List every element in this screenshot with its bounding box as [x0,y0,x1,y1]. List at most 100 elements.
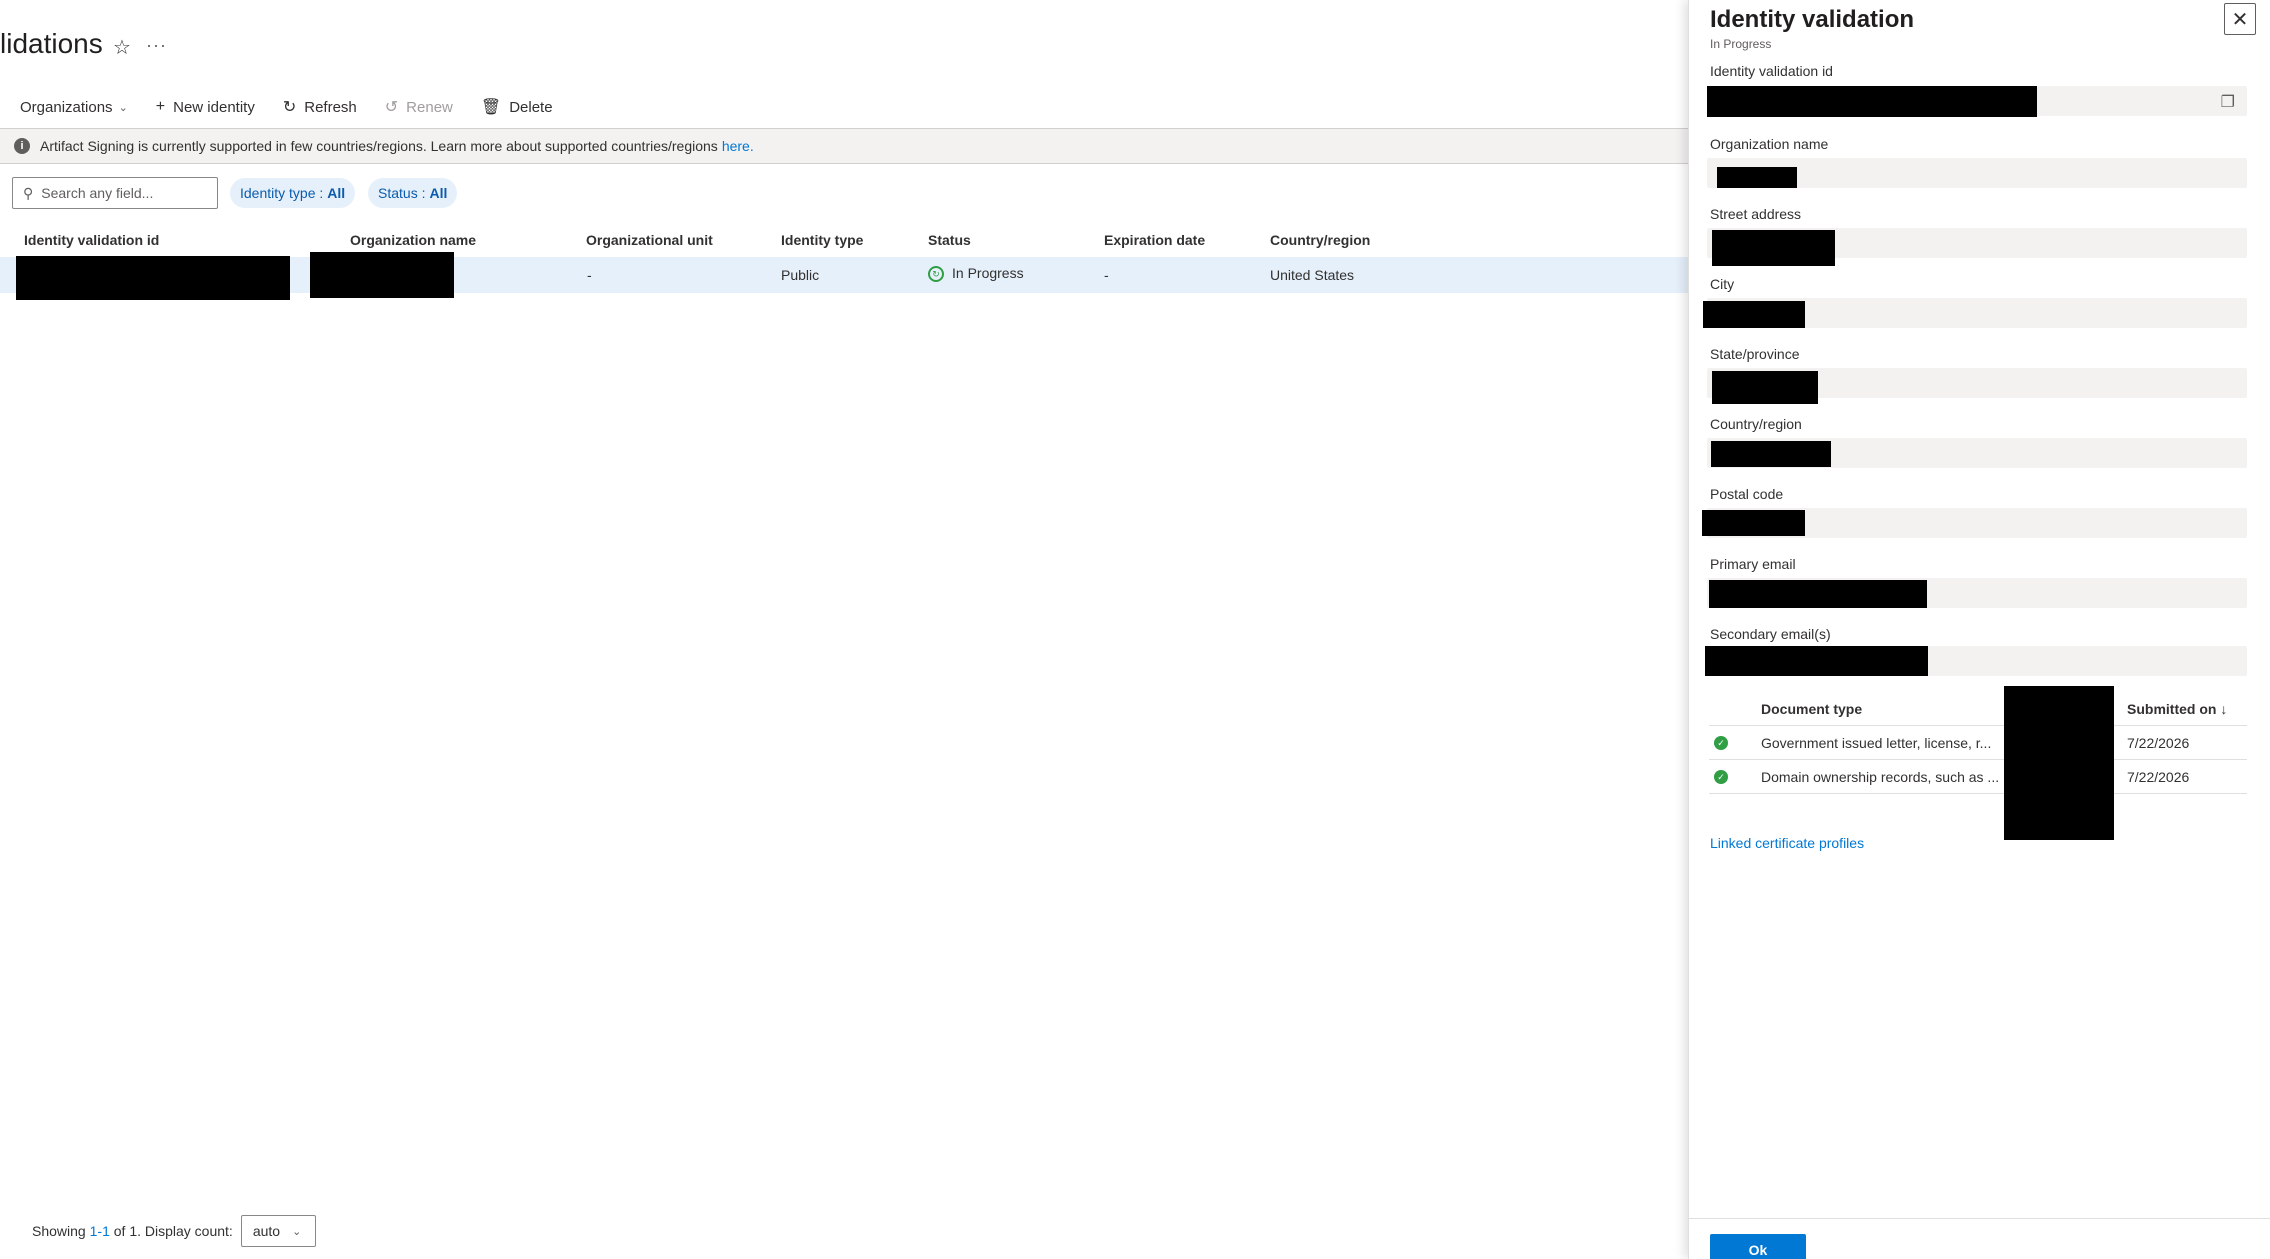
renew-label: Renew [406,98,453,116]
chevron-down-icon: ⌄ [118,101,128,114]
trash-icon: 🗑 [480,99,502,116]
info-text: Artifact Signing is currently supported … [40,138,718,154]
search-icon: ⚲ [23,184,34,201]
ok-button[interactable]: Ok [1710,1234,1806,1259]
primary-email-field [1707,578,2247,608]
command-bar: Organizations ⌄ + New identity ↻ Refresh… [20,96,581,118]
field-label: Identity validation id [1710,63,1833,79]
plus-icon: + [155,98,166,115]
field-label: State/province [1710,346,1800,362]
identity-validation-panel: Identity validation In Progress ✕ Identi… [1688,0,2270,1259]
street-field [1707,228,2247,266]
field-label: Secondary email(s) [1710,626,1831,642]
linked-certificate-profiles-link[interactable]: Linked certificate profiles [1710,835,1864,851]
redacted-value [1709,580,1927,608]
range-end: 1 [102,1223,110,1239]
submitted-date: 7/22/2026 [2127,769,2190,785]
id-field: ❐ [1707,86,2247,117]
cell-type: Public [781,267,820,283]
status-filter-value: All [429,185,448,201]
refresh-label: Refresh [304,98,357,116]
search-input[interactable] [41,185,202,201]
country-field [1707,438,2247,468]
info-banner: i Artifact Signing is currently supporte… [0,128,1690,164]
cell-country: United States [1270,267,1355,283]
display-count-dropdown[interactable]: auto ⌄ [240,1215,316,1247]
secondary-email-field [1705,646,2247,676]
status-text: In Progress [952,265,1024,281]
table-row[interactable]: - Public ↻ In Progress - United States [0,252,1690,300]
field-label: Primary email [1710,556,1796,572]
column-header[interactable]: Country/region [1270,232,1370,248]
new-identity-button[interactable]: + New identity [156,98,255,116]
in-progress-icon: ↻ [928,266,944,283]
redacted-value [1712,230,1835,266]
field-label: Organization name [1710,136,1829,152]
identity-type-filter-label: Identity type : [240,185,324,201]
redacted-value [1717,167,1797,188]
field-label: City [1710,276,1735,292]
check-circle-icon: ✓ [1714,736,1728,750]
organizations-label: Organizations [20,98,113,116]
field-label: Postal code [1710,486,1784,502]
refresh-icon: ↻ [282,99,297,116]
column-header-sort[interactable]: Submitted on ↓ [2127,701,2227,717]
range-start: 1 [89,1223,98,1239]
column-header[interactable]: Status [928,232,971,248]
redacted-column [2004,686,2114,840]
panel-subtitle: In Progress [1710,37,1772,51]
redacted-id [16,256,290,300]
table-row[interactable]: ✓ Domain ownership records, such as ... … [1709,760,2247,794]
close-button[interactable]: ✕ [2224,3,2256,35]
copy-icon[interactable]: ❐ [2221,92,2235,112]
redacted-value [1702,510,1805,536]
renew-button[interactable]: ↺ Renew [385,97,453,117]
grid-footer: Showing 1 - 1 of 1. Display count: auto … [32,1215,316,1247]
status-filter[interactable]: Status : All [368,178,458,208]
column-header[interactable]: Document type [1761,701,1862,717]
city-field [1703,298,2247,328]
identity-type-filter[interactable]: Identity type : All [230,178,356,208]
display-count-value: auto [252,1223,281,1239]
redacted-value [1707,86,2037,117]
document-type: Domain ownership records, such as ... [1761,769,2000,785]
column-header[interactable]: Expiration date [1104,232,1205,248]
field-label: Street address [1710,206,1802,222]
star-icon[interactable]: ☆ [113,35,131,60]
chevron-down-icon: ⌄ [292,1225,302,1238]
delete-label: Delete [509,98,553,116]
cell-expiration: - [1104,267,1109,283]
total-label: of 1. Display count: [113,1223,233,1239]
info-icon: i [14,138,30,154]
organizations-dropdown[interactable]: Organizations ⌄ [20,99,128,116]
new-identity-label: New identity [173,98,255,116]
status-filter-label: Status : [378,185,426,201]
renew-icon: ↺ [384,99,399,116]
refresh-button[interactable]: ↻ Refresh [283,97,357,117]
table-row[interactable]: ✓ Government issued letter, license, r..… [1709,726,2247,760]
state-field [1707,368,2247,404]
column-header[interactable]: Identity type [781,232,863,248]
cell-status: ↻ In Progress [928,265,1024,283]
org-field [1707,158,2247,188]
page-title: lidations [0,28,103,59]
more-options-icon[interactable]: ··· [146,35,167,56]
grid-header: Identity validation id Organization name… [0,232,1690,254]
main-page: lidations ☆ ··· Organizations ⌄ + New id… [0,0,1690,1259]
search-box[interactable]: ⚲ [12,177,218,209]
column-header[interactable]: Identity validation id [24,232,159,248]
redacted-value [1705,646,1928,676]
document-type: Government issued letter, license, r... [1761,735,1992,751]
redacted-value [1703,301,1805,328]
documents-header: Document type Submitted on ↓ [1709,692,2247,726]
column-header[interactable]: Organizational unit [586,232,713,248]
postal-field [1702,508,2247,538]
delete-button[interactable]: 🗑 Delete [481,97,553,117]
column-header[interactable]: Organization name [350,232,476,248]
redacted-value [1712,371,1818,404]
close-icon: ✕ [2231,8,2249,31]
redacted-org-name [310,252,454,298]
submitted-date: 7/22/2026 [2127,735,2190,751]
info-link[interactable]: here. [722,138,754,154]
cell-unit: - [587,267,592,283]
